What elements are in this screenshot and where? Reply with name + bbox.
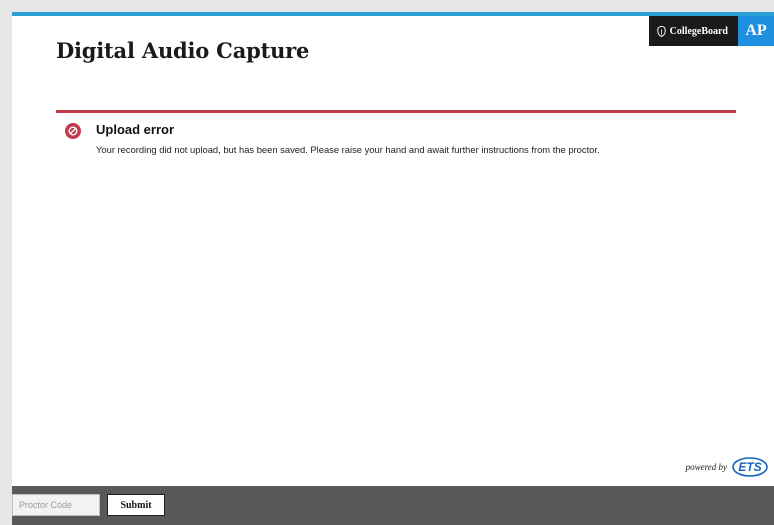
- brand-header: CollegeBoard AP: [648, 16, 774, 46]
- no-entry-icon: [65, 123, 81, 139]
- page-title: Digital Audio Capture: [56, 38, 310, 63]
- alert-title: Upload error: [96, 122, 175, 137]
- submit-button[interactable]: Submit: [107, 494, 165, 516]
- powered-by-label: powered by: [685, 462, 727, 472]
- upload-error-alert: Upload error Your recording did not uplo…: [56, 110, 736, 155]
- main-window: CollegeBoard AP Digital Audio Capture Up…: [12, 12, 774, 486]
- footer-bar: Submit: [12, 486, 774, 525]
- collegeboard-logo: CollegeBoard: [648, 16, 738, 46]
- alert-message: Your recording did not upload, but has b…: [96, 144, 600, 155]
- collegeboard-label: CollegeBoard: [669, 25, 728, 37]
- ets-logo-text: ETS: [738, 460, 761, 474]
- powered-by: powered by ETS: [686, 456, 769, 478]
- proctor-code-input[interactable]: [12, 494, 100, 516]
- ap-logo: AP: [738, 16, 774, 46]
- acorn-icon: [656, 25, 666, 37]
- ets-logo: ETS: [732, 457, 768, 477]
